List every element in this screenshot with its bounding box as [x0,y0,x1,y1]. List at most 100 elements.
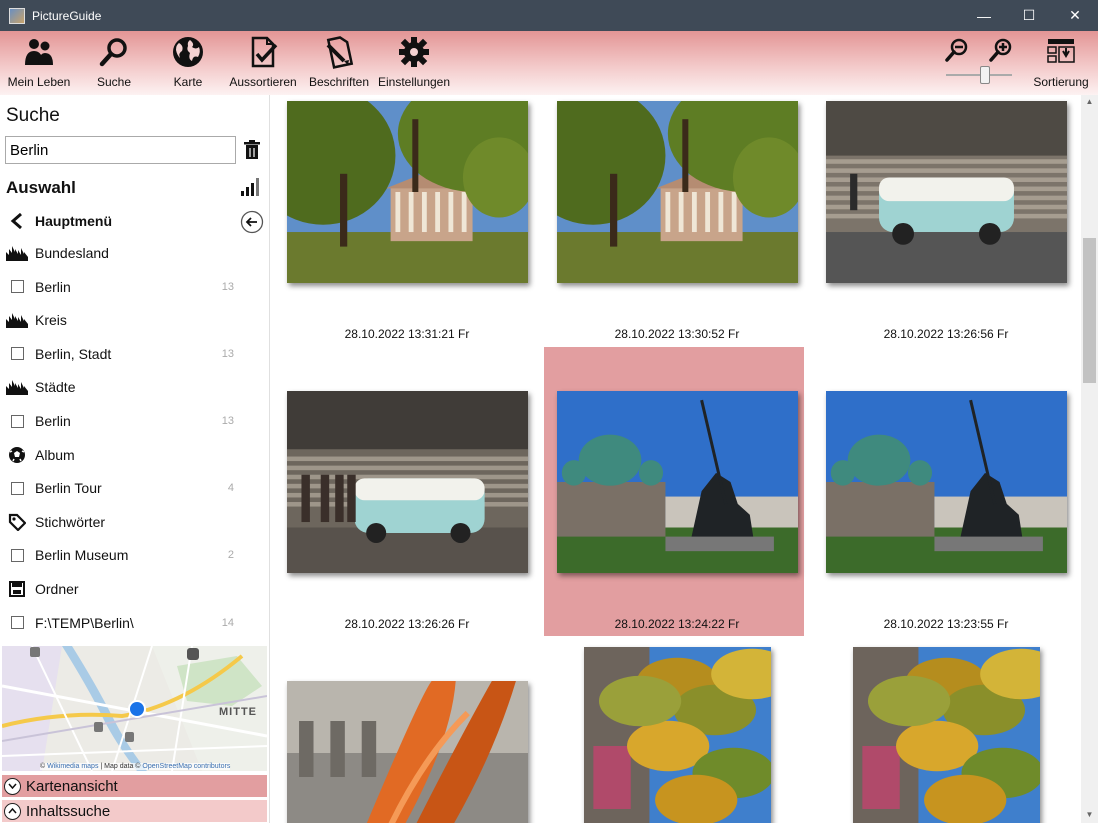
filter-label: F:\TEMP\Berlin\ [35,614,134,631]
scroll-up-arrow[interactable]: ▲ [1084,97,1095,108]
filter-option[interactable]: F:\TEMP\Berlin\ 14 [0,608,270,638]
minimize-button[interactable]: — [961,0,1007,31]
filter-count: 13 [221,347,234,360]
toolbar: Mein Leben Suche Karte Aussortieren Besc… [0,31,1098,95]
photo-image [584,647,771,823]
sidebar: Suche Auswahl Hauptmenü Bundesland Berlin… [0,95,270,823]
filter-category[interactable]: Städte [0,372,270,402]
wikimedia-link[interactable]: Wikimedia maps [47,763,98,770]
checkbox[interactable] [6,277,28,297]
osm-link[interactable]: OpenStreetMap contributors [142,763,230,770]
filter-category[interactable]: Bundesland [0,238,270,268]
gear-icon [399,37,429,67]
bar-chart-icon [6,377,28,397]
filter-category[interactable]: Album [0,440,270,470]
people-icon [25,39,53,65]
toolbar-label: Beschriften [308,75,370,89]
photo-image [826,101,1067,283]
toolbar-button-einstellungen[interactable]: Einstellungen [377,35,451,93]
photo-thumbnail[interactable] [287,101,528,283]
filter-category[interactable]: Stichwörter [0,507,270,537]
photo-caption: 28.10.2022 13:31:21 Fr [344,327,470,341]
photo-thumbnail[interactable] [826,391,1067,573]
photo-caption: 28.10.2022 13:26:26 Fr [344,617,470,631]
sort-icon [1047,39,1075,63]
folder-icon [6,579,28,599]
football-icon [6,445,28,465]
filter-option[interactable]: Berlin 13 [0,406,270,436]
filter-option[interactable]: Berlin Tour 4 [0,473,270,503]
photo-image [287,101,528,283]
search-heading: Suche [6,105,60,126]
filter-label: Berlin, Stadt [35,345,112,362]
trash-icon[interactable] [243,140,261,160]
scrollbar-thumb[interactable] [1083,238,1096,383]
photo-thumbnail[interactable] [557,391,798,573]
map-view[interactable]: MITTE © Wikimedia maps | Map data © Open… [2,646,267,771]
toolbar-button-beschriften[interactable]: Beschriften [306,35,372,93]
tag-icon [6,512,28,532]
filter-count: 14 [221,616,234,629]
panel-map-view[interactable]: Kartenansicht [2,775,267,797]
photo-gallery: 28.10.2022 13:31:21 Fr 28.10.2022 13:30:… [273,95,1081,823]
toolbar-label: Aussortieren [229,75,297,89]
signal-strength-icon[interactable] [240,175,262,197]
back-to-main-menu[interactable]: Hauptmenü [0,206,270,236]
document-edit-icon [326,36,354,69]
filter-category[interactable]: Kreis [0,305,270,335]
photo-thumbnail[interactable] [584,647,771,823]
photo-thumbnail[interactable] [557,101,798,283]
filter-option[interactable]: Berlin 13 [0,272,270,302]
toolbar-button-karte[interactable]: Karte [166,35,210,93]
zoom-in-icon[interactable] [988,37,1014,63]
toolbar-button-aussortieren[interactable]: Aussortieren [228,35,298,93]
panel-content-label: Inhaltssuche [26,802,111,820]
zoom-slider[interactable] [946,66,1012,84]
photo-thumbnail[interactable] [287,681,528,823]
filter-count: 2 [227,549,234,562]
photo-thumbnail[interactable] [287,391,528,573]
filter-count: 4 [227,482,234,495]
back-arrow-icon[interactable] [240,210,264,234]
filter-label: Berlin Museum [35,547,129,564]
filter-label: Berlin [35,278,71,295]
photo-image [557,391,798,573]
photo-caption: 28.10.2022 13:26:56 Fr [883,327,1009,341]
sort-button[interactable]: Sortierung [1030,35,1092,93]
filter-option[interactable]: Berlin Museum 2 [0,540,270,570]
close-button[interactable]: ✕ [1052,0,1098,31]
checkbox[interactable] [6,613,28,633]
panel-content-search[interactable]: Inhaltssuche [2,800,267,822]
filter-label: Ordner [35,581,79,597]
chevron-up-icon [4,802,21,820]
photo-caption: 28.10.2022 13:30:52 Fr [614,327,740,341]
globe-icon [173,37,203,67]
toolbar-button-mein-leben[interactable]: Mein Leben [6,35,72,93]
chevron-left-icon [6,211,28,231]
bar-chart-icon [6,243,28,263]
checkbox[interactable] [6,478,28,498]
panel-map-label: Kartenansicht [26,777,118,795]
filter-count: 13 [221,415,234,427]
zoom-slider-thumb[interactable] [979,66,990,84]
photo-thumbnail[interactable] [853,647,1040,823]
filter-category[interactable]: Ordner [0,574,270,604]
checkbox[interactable] [6,411,28,431]
zoom-out-icon[interactable] [944,37,970,63]
checkbox[interactable] [6,545,28,565]
back-label: Hauptmenü [35,213,112,229]
maximize-button[interactable]: ☐ [1006,0,1052,31]
checkbox[interactable] [6,344,28,364]
app-icon [9,7,25,24]
photo-image [826,391,1067,573]
title-bar: PictureGuide — ☐ ✕ [0,0,1098,31]
scroll-down-arrow[interactable]: ▼ [1084,810,1095,821]
filter-label: Album [35,446,75,463]
photo-image [557,101,798,283]
photo-thumbnail[interactable] [826,101,1067,283]
toolbar-button-suche[interactable]: Suche [92,35,136,93]
selection-heading: Auswahl [6,178,76,197]
gallery-scrollbar[interactable]: ▲ ▼ [1081,95,1098,823]
search-input[interactable] [5,136,236,164]
filter-option[interactable]: Berlin, Stadt 13 [0,339,270,369]
